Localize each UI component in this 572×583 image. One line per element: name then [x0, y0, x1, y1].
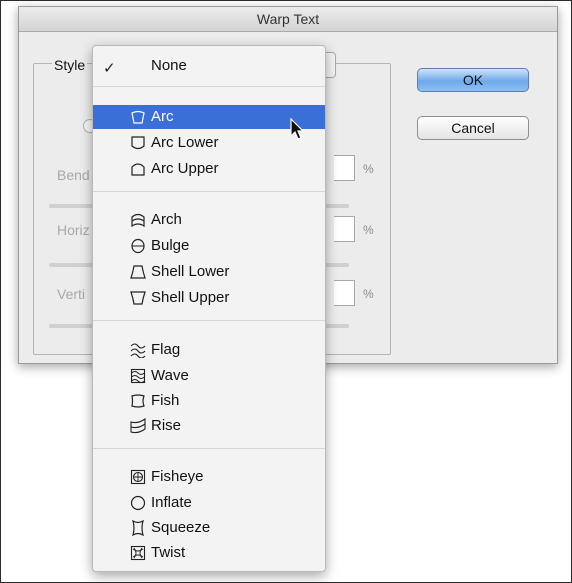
menu-separator: [93, 320, 325, 321]
vertical-unit: %: [363, 287, 374, 301]
fisheye-icon: [130, 469, 146, 485]
arc-upper-icon: [131, 163, 145, 176]
menu-item-label: Shell Upper: [151, 289, 230, 306]
menu-item-bulge[interactable]: Bulge: [93, 234, 325, 258]
bend-unit: %: [363, 162, 374, 176]
menu-item-wave[interactable]: Wave: [93, 364, 325, 388]
menu-item-squeeze[interactable]: Squeeze: [93, 516, 325, 540]
mouse-pointer-icon: [290, 118, 305, 140]
menu-item-arc-upper[interactable]: Arc Upper: [93, 157, 325, 181]
wave-icon: [130, 368, 146, 384]
menu-item-none[interactable]: ✓ None: [93, 54, 325, 78]
horizontal-unit: %: [363, 223, 374, 237]
menu-separator: [93, 86, 325, 87]
arc-lower-icon: [131, 136, 145, 150]
dialog-title: Warp Text: [256, 11, 320, 27]
menu-item-label: Fisheye: [151, 468, 204, 485]
menu-item-label: Arch: [151, 211, 182, 228]
menu-item-label: Rise: [151, 417, 182, 434]
menu-item-label: Inflate: [151, 494, 192, 511]
menu-item-label: Arc Lower: [151, 134, 219, 151]
arch-icon: [131, 213, 145, 228]
menu-item-flag[interactable]: Flag: [93, 338, 325, 362]
menu-item-rise[interactable]: Rise: [93, 414, 325, 438]
fish-icon: [131, 394, 145, 408]
checkmark-icon: ✓: [103, 60, 116, 77]
rise-icon: [130, 418, 146, 434]
menu-item-label: None: [151, 57, 187, 74]
menu-item-twist[interactable]: Twist: [93, 541, 325, 565]
menu-item-label: Flag: [151, 341, 181, 358]
menu-item-shell-upper[interactable]: Shell Upper: [93, 286, 325, 310]
squeeze-icon: [132, 520, 144, 536]
inflate-icon: [130, 495, 146, 511]
cancel-button[interactable]: Cancel: [417, 116, 529, 140]
menu-item-label: Wave: [151, 367, 189, 384]
arc-icon: [131, 110, 145, 124]
menu-item-label: Fish: [151, 392, 180, 409]
menu-item-inflate[interactable]: Inflate: [93, 491, 325, 515]
title-bar[interactable]: Warp Text: [19, 7, 557, 32]
menu-item-shell-lower[interactable]: Shell Lower: [93, 260, 325, 284]
bulge-icon: [131, 238, 145, 254]
style-label: Style: [52, 57, 88, 73]
horizontal-label: Horiz: [57, 222, 90, 238]
menu-item-label: Shell Lower: [151, 263, 230, 280]
menu-item-label: Bulge: [151, 237, 190, 254]
menu-item-label: Squeeze: [151, 519, 211, 536]
shell-lower-icon: [130, 265, 146, 279]
twist-icon: [130, 545, 146, 561]
vertical-label: Verti: [57, 286, 86, 302]
menu-separator: [93, 448, 325, 449]
bend-input[interactable]: [334, 155, 355, 181]
bend-label: Bend: [57, 167, 90, 183]
menu-separator: [93, 191, 325, 192]
flag-icon: [130, 343, 146, 358]
horizontal-input[interactable]: [334, 216, 355, 242]
vertical-input[interactable]: [334, 280, 355, 306]
menu-item-label: Twist: [151, 544, 186, 561]
menu-item-fish[interactable]: Fish: [93, 389, 325, 413]
ok-button[interactable]: OK: [417, 68, 529, 92]
menu-item-label: Arc: [151, 108, 174, 125]
shell-upper-icon: [130, 291, 146, 305]
menu-item-label: Arc Upper: [151, 160, 219, 177]
menu-item-fisheye[interactable]: Fisheye: [93, 465, 325, 489]
menu-item-arch[interactable]: Arch: [93, 208, 325, 232]
